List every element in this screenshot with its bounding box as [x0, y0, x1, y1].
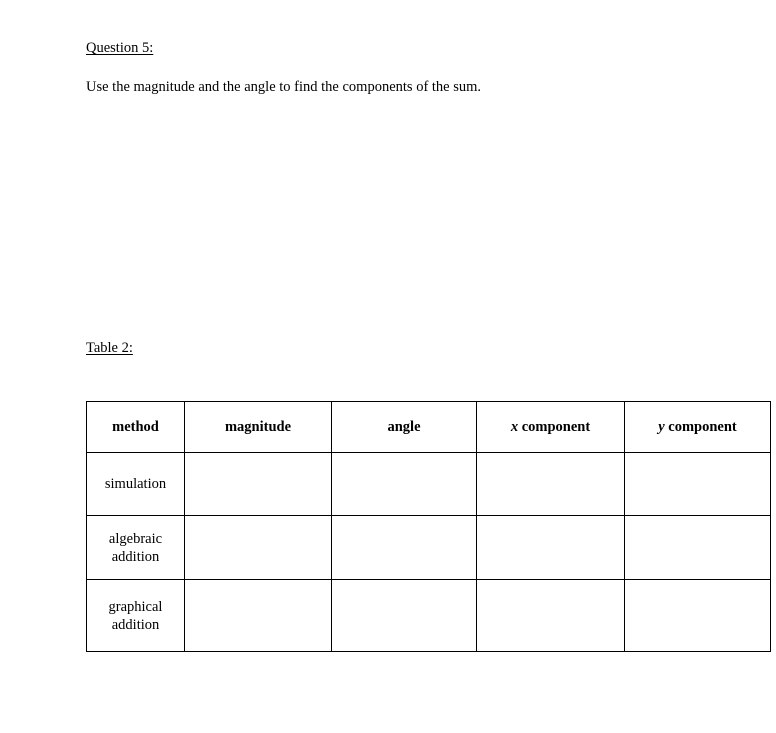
cell-algebraic-y-component[interactable] — [624, 515, 771, 580]
header-x-symbol: x — [510, 419, 519, 435]
table-row: simulation — [86, 452, 771, 516]
row-label-algebraic-addition: algebraic addition — [86, 515, 185, 580]
answer-work-space[interactable] — [86, 102, 725, 334]
cell-simulation-y-component[interactable] — [624, 452, 771, 516]
document-page: Question 5: Use the magnitude and the an… — [0, 0, 776, 733]
cell-simulation-x-component[interactable] — [476, 452, 625, 516]
question-prompt: Use the magnitude and the angle to find … — [86, 79, 482, 95]
header-x-component: x component — [476, 401, 625, 453]
question-label: Question 5: — [86, 40, 154, 56]
cell-algebraic-magnitude[interactable] — [184, 515, 332, 580]
table-row: algebraic addition — [86, 515, 771, 580]
table-header-row: method magnitude angle x component y com… — [86, 401, 771, 453]
cell-graphical-y-component[interactable] — [624, 579, 771, 652]
results-table: method magnitude angle x component y com… — [86, 401, 771, 652]
cell-simulation-magnitude[interactable] — [184, 452, 332, 516]
cell-algebraic-angle[interactable] — [331, 515, 477, 580]
table-row: graphical addition — [86, 579, 771, 652]
cell-graphical-magnitude[interactable] — [184, 579, 332, 652]
cell-algebraic-x-component[interactable] — [476, 515, 625, 580]
table-caption: Table 2: — [86, 340, 133, 356]
header-angle-label: angle — [387, 419, 421, 435]
row-label-simulation: simulation — [86, 452, 185, 516]
header-angle: angle — [331, 401, 477, 453]
cell-graphical-x-component[interactable] — [476, 579, 625, 652]
header-method: method — [86, 401, 185, 453]
header-magnitude-label: magnitude — [224, 419, 292, 435]
header-y-component: y component — [624, 401, 771, 453]
header-magnitude: magnitude — [184, 401, 332, 453]
row-label-graphical-addition: graphical addition — [86, 579, 185, 652]
cell-graphical-angle[interactable] — [331, 579, 477, 652]
header-x-component-label: component — [518, 419, 591, 435]
cell-simulation-angle[interactable] — [331, 452, 477, 516]
header-y-component-label: component — [664, 419, 737, 435]
header-method-label: method — [112, 419, 159, 435]
